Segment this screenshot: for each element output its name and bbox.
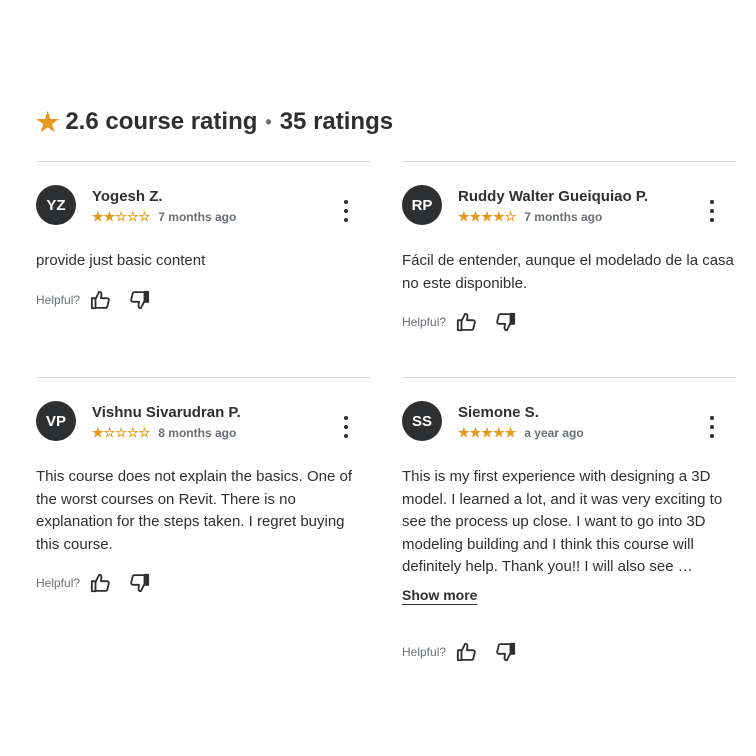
avatar: VP (36, 401, 76, 441)
review-card: VP Vishnu Sivarudran P. ★☆☆☆☆ 8 months a… (36, 377, 370, 594)
more-options-icon[interactable] (706, 416, 718, 438)
course-rating: 2.6 course rating (65, 108, 258, 135)
helpful-label: Helpful? (402, 315, 447, 329)
thumbs-up-icon[interactable] (90, 572, 112, 594)
star-rating: ★★★★☆ (458, 209, 517, 224)
more-options-icon[interactable] (340, 416, 352, 438)
star-rating: ★★☆☆☆ (92, 209, 151, 224)
review-text: This course does not explain the basics.… (36, 468, 353, 553)
review-text: provide just basic content (36, 252, 206, 269)
reviewer-name: Ruddy Walter Gueiquiao P. (458, 188, 649, 205)
course-rating-header: ★ 2.6 course rating • 35 ratings (36, 106, 393, 138)
review-time: 7 months ago (524, 210, 603, 224)
more-options-icon[interactable] (706, 200, 718, 222)
star-rating: ★☆☆☆☆ (92, 425, 151, 440)
thumbs-down-icon[interactable] (494, 311, 516, 333)
reviewer-name: Vishnu Sivarudran P. (92, 404, 241, 421)
review-card: RP Ruddy Walter Gueiquiao P. ★★★★☆ 7 mon… (402, 161, 736, 333)
more-options-icon[interactable] (340, 200, 352, 222)
reviewer-name: Siemone S. (458, 404, 539, 421)
helpful-label: Helpful? (402, 644, 447, 659)
review-card: SS Siemone S. ★★★★★ a year ago This is m… (402, 377, 736, 663)
separator-dot: • (265, 111, 272, 132)
avatar: RP (402, 185, 442, 225)
review-time: 7 months ago (158, 210, 237, 224)
avatar: YZ (36, 185, 76, 225)
review-text: Fácil de entender, aunque el modelado de… (402, 252, 734, 292)
helpful-label: Helpful? (36, 576, 81, 590)
thumbs-down-icon[interactable] (128, 572, 150, 594)
show-more-button[interactable]: Show more (402, 587, 477, 603)
thumbs-down-icon[interactable] (128, 289, 150, 311)
review-card: YZ Yogesh Z. ★★☆☆☆ 7 months ago provide … (36, 161, 370, 311)
review-time: 8 months ago (158, 426, 237, 440)
star-icon: ★ (36, 107, 60, 137)
star-rating: ★★★★★ (458, 425, 517, 440)
thumbs-up-icon[interactable] (456, 311, 478, 333)
ratings-count: 35 ratings (279, 108, 394, 135)
thumbs-down-icon[interactable] (494, 641, 516, 663)
helpful-label: Helpful? (36, 292, 81, 307)
thumbs-up-icon[interactable] (90, 289, 112, 311)
reviewer-name: Yogesh Z. (92, 188, 163, 205)
review-text: This is my first experience with designi… (402, 468, 723, 575)
avatar: SS (402, 401, 442, 441)
thumbs-up-icon[interactable] (456, 641, 478, 663)
review-time: a year ago (524, 426, 584, 440)
